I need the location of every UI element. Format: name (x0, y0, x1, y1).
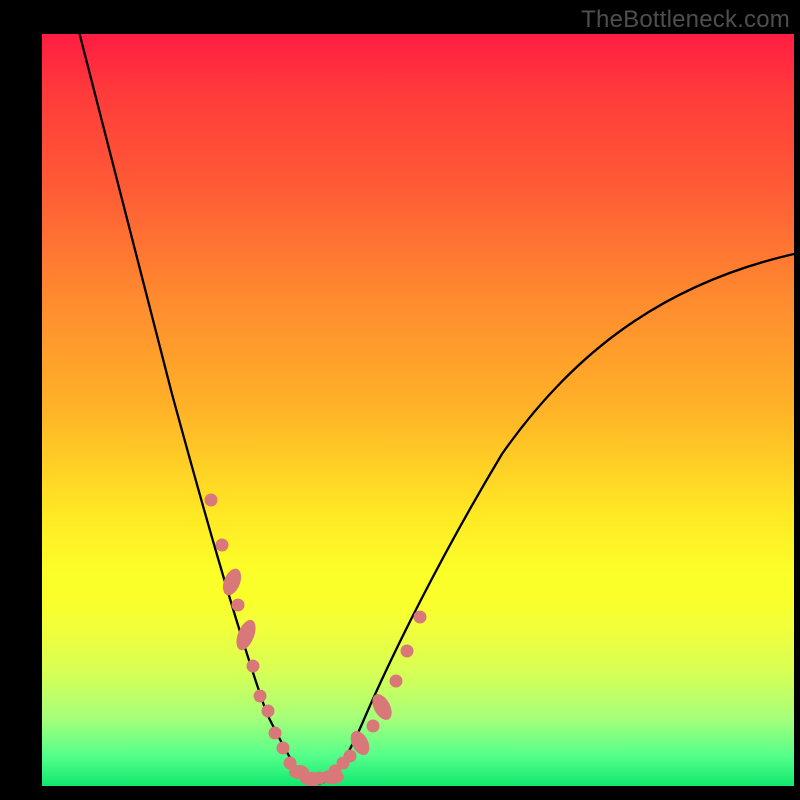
chart-frame: TheBottleneck.com (0, 0, 800, 800)
chart-svg (42, 34, 794, 786)
watermark-text: TheBottleneck.com (581, 6, 790, 34)
bottleneck-curve (80, 34, 794, 784)
plot-area (42, 34, 794, 786)
marker-group (205, 494, 427, 787)
